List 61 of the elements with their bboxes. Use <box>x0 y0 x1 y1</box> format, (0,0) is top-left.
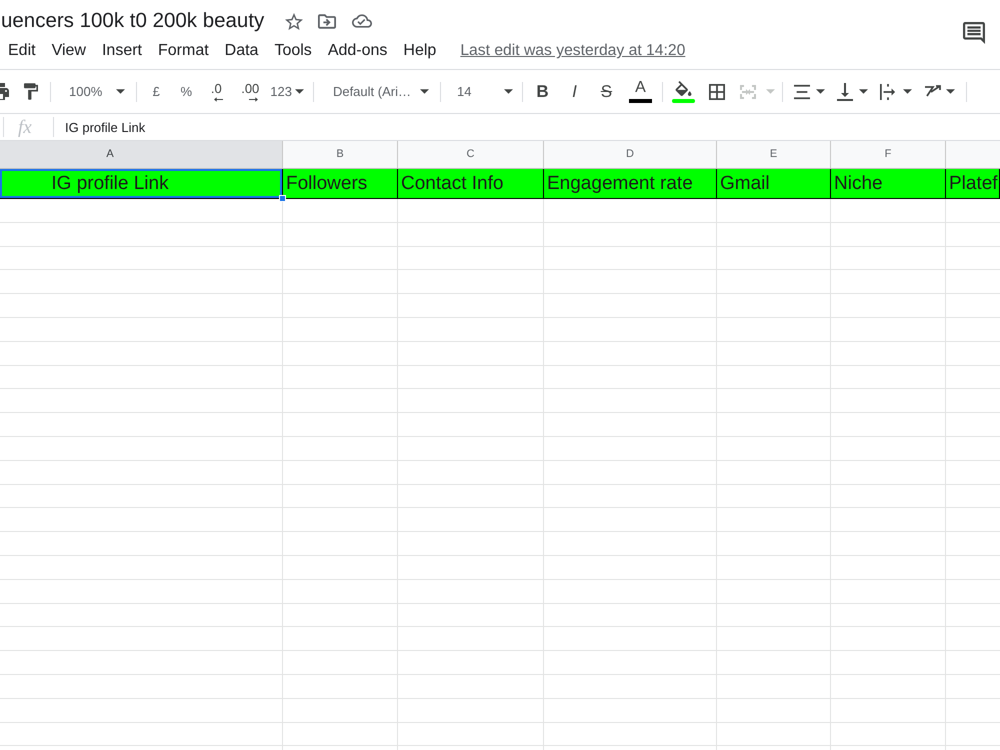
menu-item[interactable]: Tools <box>274 43 312 59</box>
menu-item[interactable]: Help <box>403 43 436 59</box>
font-size-dropdown[interactable]: 14 <box>448 80 516 104</box>
paint-bucket-icon[interactable] <box>674 80 692 96</box>
bold-button[interactable]: B <box>530 80 554 104</box>
align-lines-icon <box>794 84 810 100</box>
paint-roller-icon[interactable] <box>24 83 38 100</box>
zoom-dropdown[interactable]: 100% <box>62 80 130 104</box>
cloud-check-icon[interactable] <box>352 14 372 28</box>
arrow-right-icon <box>248 96 258 102</box>
menu-item[interactable]: Insert <box>102 43 142 59</box>
strikethrough-button[interactable]: S <box>594 80 618 104</box>
decrease-decimals-button[interactable]: .0 <box>204 78 228 104</box>
star-icon[interactable] <box>285 12 304 30</box>
cell[interactable]: Engagement rate <box>544 169 717 198</box>
printer-icon[interactable] <box>0 83 10 100</box>
menu-item[interactable]: Add-ons <box>328 43 388 59</box>
caret-icon <box>903 89 912 94</box>
caret-icon <box>946 89 956 94</box>
font-dropdown[interactable]: Default (Ari… <box>326 80 434 104</box>
number-format-dropdown[interactable]: 123 <box>268 80 306 104</box>
folder-arrow-icon[interactable] <box>318 14 336 28</box>
menu-item[interactable]: Format <box>158 43 209 59</box>
column-header[interactable]: C <box>398 141 544 168</box>
document-title[interactable]: uencers 100k t0 200k beauty <box>1 10 264 32</box>
comment-icon[interactable] <box>963 22 985 44</box>
cell[interactable]: Followers <box>283 169 398 198</box>
text-color-button[interactable]: A <box>628 78 652 106</box>
caret-icon <box>294 89 304 94</box>
column-header[interactable]: D <box>544 141 717 168</box>
cell[interactable]: Gmail <box>717 169 831 198</box>
column-header[interactable]: B <box>283 141 398 168</box>
percent-button[interactable]: % <box>174 80 198 104</box>
caret-icon <box>766 89 776 94</box>
merge-icon <box>739 84 758 100</box>
column-header[interactable]: E <box>717 141 831 168</box>
increase-decimals-button[interactable]: .00 <box>238 78 262 104</box>
arrow-left-icon <box>214 96 223 102</box>
column-header[interactable]: A <box>0 141 283 168</box>
menu-item[interactable]: Edit <box>8 43 36 59</box>
caret-icon <box>859 89 868 94</box>
menu-item[interactable]: View <box>52 43 86 59</box>
menu-item[interactable]: Data <box>224 43 258 59</box>
last-edit-link[interactable]: Last edit was yesterday at 14:20 <box>460 43 686 59</box>
caret-icon <box>116 89 126 94</box>
wrap-arrow-icon <box>880 82 896 100</box>
formula-field[interactable]: IG profile Link <box>54 114 1000 140</box>
function-label: fx <box>18 118 33 136</box>
cell[interactable]: Platef <box>946 169 1000 198</box>
fill-handle[interactable] <box>279 195 286 202</box>
grid-icon[interactable] <box>709 84 726 100</box>
caret-icon <box>420 89 429 94</box>
angled-arrow-icon <box>924 84 942 100</box>
column-header[interactable]: F <box>831 141 946 168</box>
caret-icon <box>504 89 514 94</box>
cell[interactable]: Niche <box>831 169 946 198</box>
italic-button[interactable]: I <box>562 80 586 104</box>
align-bottom-icon <box>837 82 854 100</box>
currency-button[interactable]: £ <box>144 80 168 104</box>
caret-icon <box>816 89 826 94</box>
cell[interactable]: Contact Info <box>398 169 544 198</box>
